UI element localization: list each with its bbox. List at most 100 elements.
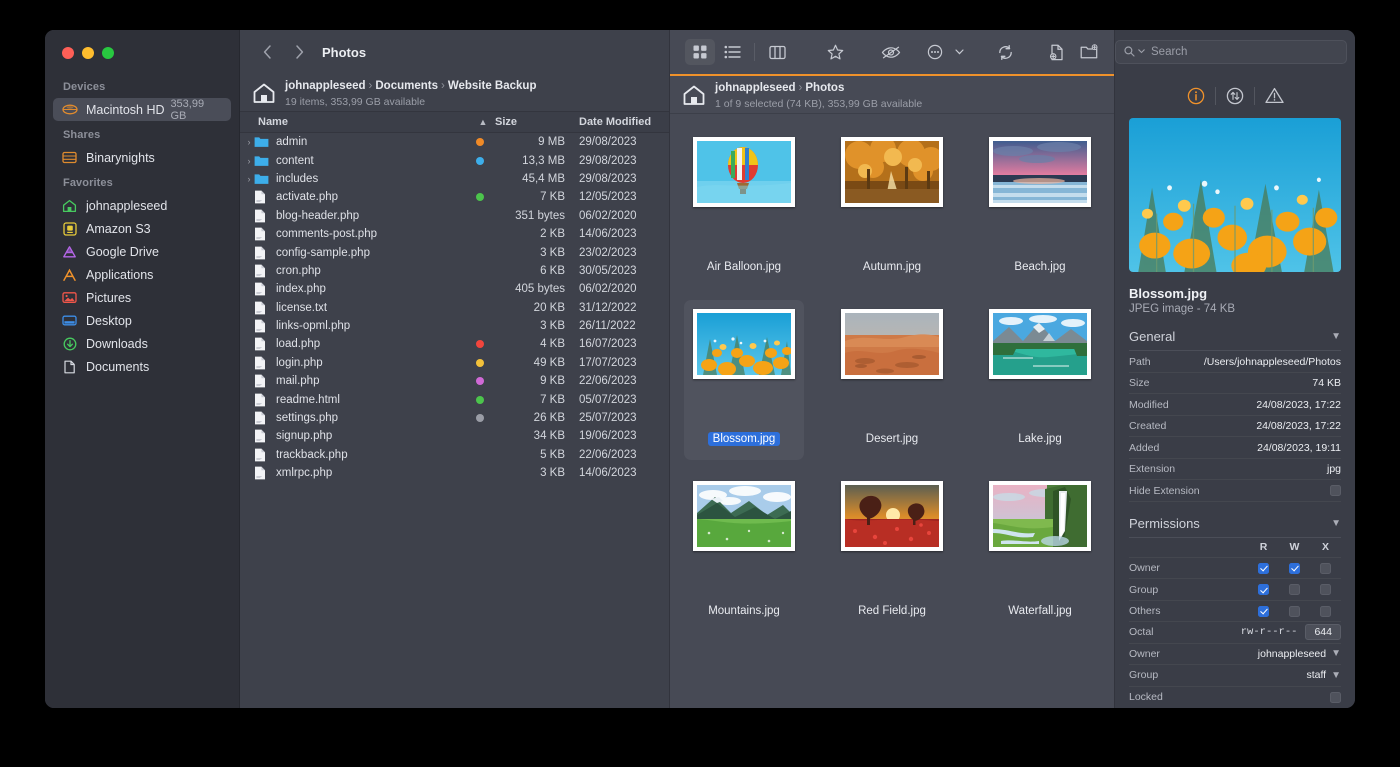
folder-icon <box>254 173 272 185</box>
table-row[interactable]: xmlrpc.php 3 KB 14/06/2023 <box>240 464 669 482</box>
hide-extension-row[interactable]: Hide Extension <box>1129 480 1341 502</box>
minimize-button[interactable] <box>82 47 94 59</box>
tag-dot <box>469 358 491 367</box>
grid-item[interactable]: Blossom.jpg <box>684 300 804 460</box>
sidebar-item-amazon-s3[interactable]: Amazon S3 <box>53 217 231 240</box>
sidebar-item-desktop[interactable]: Desktop <box>53 309 231 332</box>
permission-checkbox-r[interactable] <box>1258 584 1269 595</box>
info-icon[interactable] <box>1177 82 1215 110</box>
chevron-down-icon[interactable]: ▼ <box>1331 518 1341 529</box>
general-section-header[interactable]: General ▼ <box>1129 329 1341 352</box>
permissions-section-header[interactable]: Permissions ▼ <box>1129 516 1341 538</box>
grid-item[interactable]: Beach.jpg <box>980 128 1100 288</box>
permission-checkbox-w[interactable] <box>1289 562 1300 574</box>
octal-row: Octal rw-r--r-- 644 <box>1129 622 1341 644</box>
grid-view-icon[interactable] <box>685 39 715 65</box>
sidebar-item-macintosh-hd[interactable]: Macintosh HD 353,99 GB <box>53 98 231 122</box>
table-row[interactable]: links-opml.php 3 KB 26/11/2022 <box>240 317 669 335</box>
grid-item[interactable]: Red Field.jpg <box>832 472 952 632</box>
back-button[interactable] <box>254 39 280 65</box>
sidebar-item-applications[interactable]: Applications <box>53 263 231 286</box>
hide-extension-checkbox[interactable] <box>1330 485 1341 497</box>
icon-pane-pathbar[interactable]: johnappleseed › Photos 1 of 9 selected (74… <box>670 76 1114 114</box>
disclosure-triangle-icon[interactable]: › <box>240 156 254 166</box>
table-row[interactable]: index.php 405 bytes 06/02/2020 <box>240 280 669 298</box>
table-row[interactable]: readme.html 7 KB 05/07/2023 <box>240 390 669 408</box>
disclosure-triangle-icon[interactable]: › <box>240 174 254 184</box>
file-icon <box>254 319 272 333</box>
permission-checkbox-x[interactable] <box>1320 562 1331 574</box>
sidebar-item-pictures[interactable]: Pictures <box>53 286 231 309</box>
grid-item[interactable]: Autumn.jpg <box>832 128 952 288</box>
table-row[interactable]: › content 13,3 MB 29/08/2023 <box>240 151 669 169</box>
table-row[interactable]: cron.php 6 KB 30/05/2023 <box>240 262 669 280</box>
column-view-icon[interactable] <box>762 39 792 65</box>
eye-slash-icon[interactable] <box>876 39 906 65</box>
grid-item[interactable]: Desert.jpg <box>832 300 952 460</box>
ellipsis-circle-icon[interactable] <box>920 39 950 65</box>
column-header-date[interactable]: Date Modified <box>565 116 669 128</box>
list-view-icon[interactable] <box>717 39 747 65</box>
warning-icon[interactable] <box>1255 82 1293 110</box>
grid-item[interactable]: Waterfall.jpg <box>980 472 1100 632</box>
maximize-button[interactable] <box>102 47 114 59</box>
forward-button[interactable] <box>286 39 312 65</box>
table-row[interactable]: blog-header.php 351 bytes 06/02/2020 <box>240 207 669 225</box>
table-row[interactable]: license.txt 20 KB 31/12/2022 <box>240 299 669 317</box>
grid-item[interactable]: Mountains.jpg <box>684 472 804 632</box>
table-row[interactable]: comments-post.php 2 KB 14/06/2023 <box>240 225 669 243</box>
close-button[interactable] <box>62 47 74 59</box>
octal-input[interactable]: 644 <box>1305 624 1341 641</box>
table-row[interactable]: settings.php 26 KB 25/07/2023 <box>240 409 669 427</box>
permission-checkbox-w[interactable] <box>1289 605 1300 617</box>
disclosure-triangle-icon[interactable]: › <box>240 137 254 147</box>
owner-dropdown[interactable]: johnappleseed ▼ <box>1258 648 1341 660</box>
chevron-down-icon[interactable] <box>952 39 966 65</box>
locked-row[interactable]: Locked <box>1129 687 1341 708</box>
locked-checkbox[interactable] <box>1330 691 1341 703</box>
sidebar-item-binarynights[interactable]: Binarynights <box>53 146 231 169</box>
group-dropdown[interactable]: staff ▼ <box>1306 669 1341 681</box>
column-header-name[interactable]: Name <box>240 116 475 128</box>
breadcrumb-item-1[interactable]: Documents <box>375 80 438 92</box>
sidebar-item-google-drive[interactable]: Google Drive <box>53 240 231 263</box>
breadcrumb-item-0[interactable]: johnappleseed <box>715 82 796 94</box>
permission-checkbox-r[interactable] <box>1258 605 1269 617</box>
grid-item[interactable]: Lake.jpg <box>980 300 1100 460</box>
table-row[interactable]: › admin 9 MB 29/08/2023 <box>240 133 669 151</box>
breadcrumb[interactable]: johnappleseed › Photos <box>715 82 844 94</box>
new-file-icon[interactable] <box>1042 39 1072 65</box>
table-row[interactable]: login.php 49 KB 17/07/2023 <box>240 354 669 372</box>
new-folder-icon[interactable] <box>1074 39 1104 65</box>
breadcrumb-item-2[interactable]: Website Backup <box>448 80 537 92</box>
list-pane-pathbar[interactable]: johnappleseed › Documents › Website Backup 1… <box>240 74 669 112</box>
table-row[interactable]: mail.php 9 KB 22/06/2023 <box>240 372 669 390</box>
file-size: 6 KB <box>540 264 565 277</box>
table-row[interactable]: config-sample.php 3 KB 23/02/2023 <box>240 243 669 261</box>
sidebar-item-downloads[interactable]: Downloads <box>53 332 231 355</box>
search-input[interactable]: Search <box>1115 39 1347 64</box>
permission-checkbox-x[interactable] <box>1320 605 1331 617</box>
permission-checkbox-w[interactable] <box>1289 584 1300 595</box>
table-row[interactable]: trackback.php 5 KB 22/06/2023 <box>240 446 669 464</box>
breadcrumb[interactable]: johnappleseed › Documents › Website Backup <box>285 80 536 92</box>
transfer-icon[interactable] <box>1216 82 1254 110</box>
breadcrumb-item-1[interactable]: Photos <box>805 82 844 94</box>
permission-checkbox-r[interactable] <box>1258 562 1269 574</box>
table-row[interactable]: › includes 45,4 MB 29/08/2023 <box>240 170 669 188</box>
column-header-size[interactable]: Size <box>491 116 565 128</box>
chevron-down-icon[interactable]: ▼ <box>1331 331 1341 342</box>
table-row[interactable]: activate.php 7 KB 12/05/2023 <box>240 188 669 206</box>
thumbnail-image <box>989 481 1091 551</box>
sort-ascending-icon[interactable]: ▲ <box>475 117 491 127</box>
locked-label: Locked <box>1129 691 1163 704</box>
star-icon[interactable] <box>820 39 850 65</box>
breadcrumb-item-0[interactable]: johnappleseed <box>285 80 366 92</box>
grid-item[interactable]: Air Balloon.jpg <box>684 128 804 288</box>
table-row[interactable]: signup.php 34 KB 19/06/2023 <box>240 427 669 445</box>
permission-checkbox-x[interactable] <box>1320 584 1331 595</box>
refresh-icon[interactable] <box>990 39 1020 65</box>
sidebar-item-johnappleseed[interactable]: johnappleseed <box>53 194 231 217</box>
table-row[interactable]: load.php 4 KB 16/07/2023 <box>240 335 669 353</box>
sidebar-item-documents[interactable]: Documents <box>53 355 231 378</box>
